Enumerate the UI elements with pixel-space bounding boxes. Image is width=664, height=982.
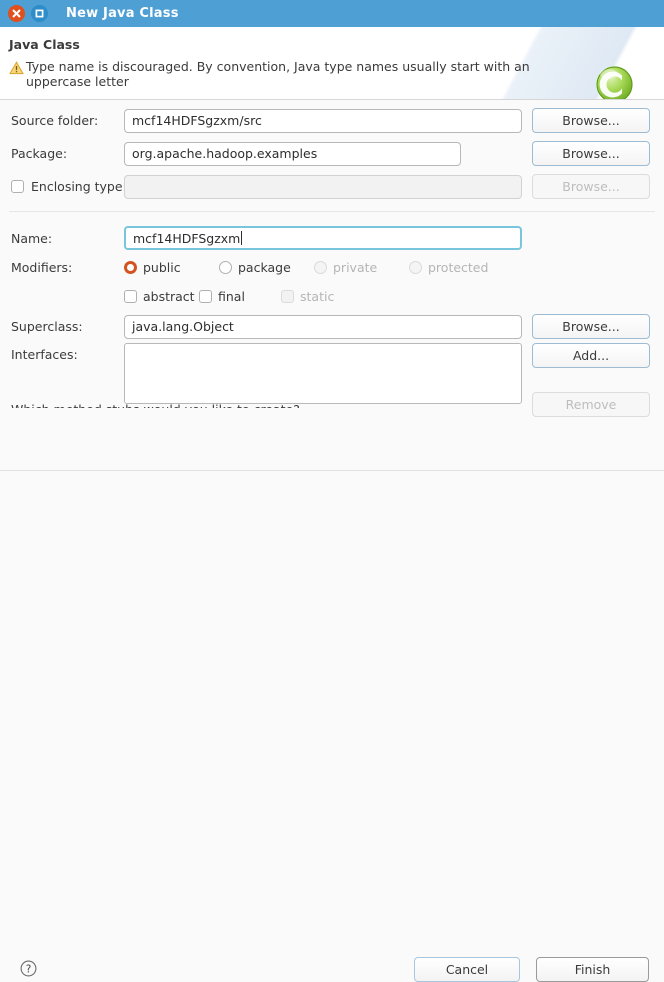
window-title: New Java Class — [66, 6, 179, 21]
modifier-checkbox-static-label: static — [300, 289, 334, 304]
interfaces-remove-button: Remove — [532, 392, 650, 417]
modifier-radio-protected: protected — [409, 260, 488, 275]
cancel-button[interactable]: Cancel — [414, 957, 520, 982]
package-row: Package: org.apache.hadoop.examples Brow… — [0, 141, 664, 166]
modifiers-label: Modifiers: — [0, 260, 124, 275]
modifier-radio-private-label: private — [333, 260, 377, 275]
source-folder-label: Source folder: — [0, 113, 124, 128]
source-folder-browse-button[interactable]: Browse... — [532, 108, 650, 133]
package-input[interactable]: org.apache.hadoop.examples — [124, 142, 461, 166]
modifier-radio-package[interactable]: package — [219, 260, 314, 275]
enclosing-type-checkbox[interactable] — [11, 180, 24, 193]
validation-message: Type name is discouraged. By convention,… — [9, 59, 554, 89]
modifier-checkbox-abstract-label: abstract — [143, 289, 195, 304]
source-folder-input[interactable]: mcf14HDFSgzxm/src — [124, 109, 522, 133]
modifier-checkbox-final[interactable]: final — [199, 289, 281, 304]
validation-message-text: Type name is discouraged. By convention,… — [26, 59, 554, 89]
interfaces-add-button[interactable]: Add... — [532, 343, 650, 368]
modifier-radio-private: private — [314, 260, 409, 275]
name-input-value: mcf14HDFSgzxm — [133, 231, 240, 246]
package-label: Package: — [0, 146, 124, 161]
modifier-checkbox-abstract[interactable]: abstract — [124, 289, 199, 304]
dialog-body: Source folder: mcf14HDFSgzxm/src Browse.… — [0, 100, 664, 470]
text-caret — [241, 231, 242, 245]
new-class-icon — [592, 63, 637, 100]
maximize-icon[interactable] — [31, 5, 48, 22]
enclosing-type-label: Enclosing type: — [31, 179, 127, 194]
interfaces-buttons: Add... Remove — [532, 343, 650, 417]
page-title: Java Class — [9, 37, 80, 52]
modifiers-row: Modifiers: public package private protec… — [0, 260, 664, 275]
name-row: Name: mcf14HDFSgzxm — [0, 226, 664, 250]
superclass-row: Superclass: java.lang.Object Browse... — [0, 314, 664, 339]
dialog-header: Java Class Type name is discouraged. By … — [0, 27, 664, 100]
superclass-browse-button[interactable]: Browse... — [532, 314, 650, 339]
superclass-label: Superclass: — [0, 319, 124, 334]
enclosing-type-row: Enclosing type: Browse... — [0, 174, 664, 199]
modifier-radio-public-label: public — [143, 260, 181, 275]
modifier-radio-protected-label: protected — [428, 260, 488, 275]
help-icon[interactable]: ? — [20, 960, 37, 981]
checkbox-icon — [199, 290, 212, 303]
name-label: Name: — [0, 231, 124, 246]
close-icon[interactable] — [8, 5, 25, 22]
superclass-input[interactable]: java.lang.Object — [124, 315, 522, 339]
interfaces-list[interactable] — [124, 343, 522, 404]
finish-button[interactable]: Finish — [536, 957, 649, 982]
checkbox-icon — [281, 290, 294, 303]
modifier-radio-public[interactable]: public — [124, 260, 219, 275]
method-stubs-label: Which method stubs would you like to cre… — [11, 402, 431, 408]
radio-icon — [409, 261, 422, 274]
enclosing-type-input — [124, 175, 522, 199]
radio-icon — [219, 261, 232, 274]
name-input[interactable]: mcf14HDFSgzxm — [124, 226, 522, 250]
modifier-flags-row: abstract final static — [0, 289, 664, 304]
checkbox-icon — [124, 290, 137, 303]
enclosing-type-browse-button: Browse... — [532, 174, 650, 199]
modifier-checkbox-static: static — [281, 289, 334, 304]
dialog-footer: ? Cancel Finish — [0, 470, 664, 512]
svg-text:?: ? — [26, 963, 32, 975]
modifier-checkbox-final-label: final — [218, 289, 245, 304]
section-divider — [9, 211, 655, 212]
radio-icon — [124, 261, 137, 274]
modifier-radio-package-label: package — [238, 260, 291, 275]
title-bar: New Java Class — [0, 0, 664, 27]
package-browse-button[interactable]: Browse... — [532, 141, 650, 166]
source-folder-row: Source folder: mcf14HDFSgzxm/src Browse.… — [0, 108, 664, 133]
enclosing-type-label-group: Enclosing type: — [0, 179, 124, 194]
warning-icon — [9, 60, 24, 79]
interfaces-label: Interfaces: — [0, 343, 124, 362]
radio-icon — [314, 261, 327, 274]
